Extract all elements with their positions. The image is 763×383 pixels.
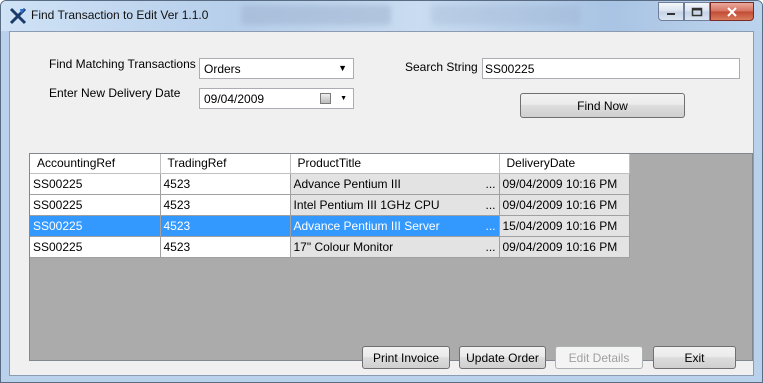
- cell-deliverydate[interactable]: 09/04/2009 10:16 PM: [499, 173, 630, 195]
- cell-accountingref[interactable]: SS00225: [30, 215, 161, 237]
- blurred-title-region: [241, 5, 391, 25]
- transactions-grid[interactable]: AccountingRef TradingRef ProductTitle De…: [29, 153, 753, 361]
- close-button[interactable]: [710, 2, 754, 21]
- close-icon: [727, 6, 737, 17]
- search-string-input[interactable]: SS00225: [482, 58, 740, 79]
- cell-accountingref[interactable]: SS00225: [30, 173, 161, 195]
- chevron-down-icon: ▼: [340, 95, 347, 102]
- find-now-button[interactable]: Find Now: [520, 93, 685, 118]
- maximize-icon: [691, 7, 703, 16]
- window-title: Find Transaction to Edit Ver 1.1.0: [31, 8, 209, 22]
- ellipsis-button[interactable]: ...: [485, 240, 495, 254]
- cell-tradingref[interactable]: 4523: [160, 194, 291, 216]
- minimize-icon: [667, 12, 675, 15]
- exit-button[interactable]: Exit: [653, 346, 736, 369]
- cell-deliverydate[interactable]: 15/04/2009 10:16 PM: [499, 215, 630, 237]
- table-row[interactable]: SS00225 4523 17" Colour Monitor... 09/04…: [30, 236, 630, 258]
- table-row[interactable]: SS00225 4523 Advance Pentium III... 09/0…: [30, 173, 630, 195]
- table-row[interactable]: SS00225 4523 Intel Pentium III 1GHz CPU.…: [30, 194, 630, 216]
- maximize-button[interactable]: [684, 2, 710, 21]
- column-header-deliverydate[interactable]: DeliveryDate: [499, 154, 630, 174]
- delivery-date-label: Enter New Delivery Date: [49, 86, 181, 100]
- search-string-value: SS00225: [485, 62, 535, 76]
- cell-accountingref[interactable]: SS00225: [30, 236, 161, 258]
- cell-producttitle[interactable]: 17" Colour Monitor...: [290, 236, 500, 258]
- cell-producttitle-text: Advance Pentium III Server: [293, 218, 440, 233]
- blurred-title-region-2: [431, 5, 581, 25]
- minimize-button[interactable]: [658, 2, 684, 21]
- calendar-icon: [320, 93, 331, 104]
- delivery-date-value: 09/04/2009: [204, 92, 265, 106]
- ellipsis-button[interactable]: ...: [485, 177, 495, 191]
- find-matching-combo[interactable]: Orders ▼: [199, 58, 354, 79]
- delivery-date-picker[interactable]: 09/04/2009 ▼: [199, 88, 354, 109]
- search-string-label: Search String: [405, 60, 478, 74]
- cell-producttitle-text: Advance Pentium III: [293, 176, 401, 191]
- transactions-table: AccountingRef TradingRef ProductTitle De…: [30, 154, 630, 258]
- title-bar[interactable]: Find Transaction to Edit Ver 1.1.0: [1, 1, 762, 31]
- cell-tradingref[interactable]: 4523: [160, 173, 291, 195]
- cell-tradingref[interactable]: 4523: [160, 236, 291, 258]
- chevron-down-icon: ▼: [338, 63, 347, 73]
- ellipsis-button[interactable]: ...: [485, 198, 495, 212]
- caption-buttons: [658, 2, 754, 22]
- cell-producttitle[interactable]: Intel Pentium III 1GHz CPU...: [290, 194, 500, 216]
- cell-deliverydate[interactable]: 09/04/2009 10:16 PM: [499, 194, 630, 216]
- cell-producttitle[interactable]: Advance Pentium III...: [290, 173, 500, 195]
- form-client-area: Find Matching Transactions Orders ▼ Sear…: [9, 31, 754, 376]
- find-matching-value: Orders: [204, 62, 241, 76]
- cell-accountingref[interactable]: SS00225: [30, 194, 161, 216]
- print-invoice-button[interactable]: Print Invoice: [362, 346, 450, 369]
- ellipsis-button[interactable]: ...: [485, 219, 495, 233]
- update-order-button[interactable]: Update Order: [459, 346, 546, 369]
- cell-producttitle[interactable]: Advance Pentium III Server...: [290, 215, 500, 237]
- edit-details-button[interactable]: Edit Details: [555, 346, 643, 369]
- cell-tradingref[interactable]: 4523: [160, 215, 291, 237]
- app-window: Find Transaction to Edit Ver 1.1.0 Find …: [0, 0, 763, 383]
- cell-producttitle-text: 17" Colour Monitor: [293, 239, 394, 254]
- column-header-producttitle[interactable]: ProductTitle: [290, 154, 500, 174]
- column-header-accountingref[interactable]: AccountingRef: [30, 154, 161, 174]
- grid-header-row: AccountingRef TradingRef ProductTitle De…: [30, 154, 630, 174]
- app-logo-icon: [9, 7, 27, 25]
- cell-producttitle-text: Intel Pentium III 1GHz CPU: [293, 197, 440, 212]
- column-header-tradingref[interactable]: TradingRef: [160, 154, 291, 174]
- find-matching-label: Find Matching Transactions: [49, 57, 196, 71]
- cell-deliverydate[interactable]: 09/04/2009 10:16 PM: [499, 236, 630, 258]
- table-row-selected[interactable]: SS00225 4523 Advance Pentium III Server.…: [30, 215, 630, 237]
